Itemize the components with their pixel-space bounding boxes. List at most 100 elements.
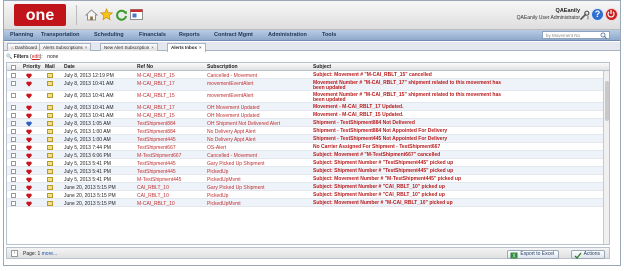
row-checkbox[interactable] [11, 113, 16, 118]
col-ref-no[interactable]: Ref No [137, 64, 153, 70]
tab-alerts-subscriptions[interactable]: Alerts Subscriptions × [39, 43, 92, 51]
close-tab-icon[interactable]: × [85, 45, 88, 50]
close-tab-icon[interactable]: × [199, 45, 202, 50]
row-checkbox[interactable] [11, 129, 16, 134]
home-icon[interactable] [84, 7, 99, 22]
mail-envelope-icon[interactable] [47, 177, 53, 182]
cell-ref-no[interactable]: TestShipment667 [137, 145, 176, 151]
table-row[interactable]: July 5, 2013 5:41 PM TestShipment445 Gary … [7, 159, 609, 167]
table-row[interactable]: July 5, 2013 6:06 PM M-TestShipment667 Can… [7, 151, 609, 159]
select-all-checkbox[interactable] [11, 64, 16, 70]
favorites-star-icon[interactable] [99, 7, 114, 22]
row-checkbox[interactable] [11, 193, 16, 198]
nav-contract-mgmt[interactable]: Contract Mgmt [214, 32, 253, 38]
nav-financials[interactable]: Financials [139, 32, 166, 38]
table-row[interactable]: July 5, 2013 7:44 PM TestShipment667 OS-Al… [7, 143, 609, 151]
cell-subject[interactable]: Subject: Movement # "M-CAI_RBLT_15" canc… [313, 72, 509, 79]
table-row[interactable]: July 6, 2013 1:00 AM TestShipment884 No De… [7, 127, 609, 135]
mail-envelope-icon[interactable] [47, 145, 53, 150]
row-checkbox[interactable] [11, 153, 16, 158]
row-checkbox[interactable] [11, 121, 16, 126]
cell-ref-no[interactable]: M-CAI_RBLT_17 [137, 105, 175, 111]
nav-reports[interactable]: Reports [179, 32, 200, 38]
row-checkbox[interactable] [11, 185, 16, 190]
table-row[interactable]: July 6, 2013 1:00 AM TestShipment445 No De… [7, 135, 609, 143]
cell-subject[interactable]: Subject: Shipment Number # "CAI_RBLT_10"… [313, 184, 509, 191]
tab-dashboard[interactable]: ⌂ Dashboard [7, 43, 41, 51]
mail-envelope-icon[interactable] [47, 129, 53, 134]
mail-envelope-icon[interactable] [47, 81, 53, 86]
cell-ref-no[interactable]: TestShipment445 [137, 169, 176, 175]
table-row[interactable]: July 8, 2013 10:41 AM M-CAI_RBLT_17 OH Mov… [7, 103, 609, 111]
cell-subject[interactable]: Subject: Movement # "M-TestShipment667" … [313, 152, 509, 159]
row-checkbox[interactable] [11, 137, 16, 142]
row-checkbox[interactable] [11, 161, 16, 166]
mail-envelope-icon[interactable] [47, 137, 53, 142]
mail-envelope-icon[interactable] [47, 73, 53, 78]
cell-subject[interactable]: Shipment - TestShipment884 Not Delivered [313, 120, 509, 127]
cell-subject[interactable]: Movement Number # "M-CAI_RBLT_15" shipme… [313, 92, 509, 104]
tab-new-alert-subscription[interactable]: New Alert Subscription × [100, 43, 158, 51]
nav-tools[interactable]: Tools [322, 32, 336, 38]
help-icon[interactable]: ? [591, 8, 604, 21]
col-subject[interactable]: Subject [313, 64, 331, 70]
tab-alerts-inbox[interactable]: Alerts Inbox × [167, 43, 206, 52]
nav-scheduling[interactable]: Scheduling [94, 32, 124, 38]
table-row[interactable]: June 20, 2013 5:15 PM CAI_RBLT_10 PickedUp… [7, 191, 609, 199]
mail-envelope-icon[interactable] [47, 113, 53, 118]
close-tab-icon[interactable]: × [151, 45, 154, 50]
col-mail[interactable]: Mail [45, 64, 55, 70]
refresh-icon[interactable] [114, 7, 129, 22]
row-checkbox[interactable] [11, 145, 16, 150]
search-icon[interactable] [600, 32, 607, 39]
cell-subject[interactable]: Subject: Movement Number # "M-TestShipme… [313, 176, 509, 183]
more-pages-link[interactable]: more... [42, 251, 58, 257]
mail-envelope-icon[interactable] [47, 201, 53, 206]
col-date[interactable]: Date [64, 64, 75, 70]
cell-subject[interactable]: Movement - M-CAI_RBLT_17 Updated. [313, 104, 509, 111]
cell-subject[interactable]: Subject: Shipment Number # "TestShipment… [313, 160, 509, 167]
row-checkbox[interactable] [11, 177, 16, 182]
cell-subject[interactable]: Subject: Shipment Number # "CAI_RBLT_10"… [313, 192, 509, 199]
cell-subject[interactable]: No Carrier Assigned For Shipment - TestS… [313, 144, 509, 151]
col-priority[interactable]: Priority [23, 64, 41, 70]
table-row[interactable]: July 8, 2013 10:41 AM M-CAI_RBLT_15 moveme… [7, 91, 609, 104]
page-nav-arrow-icon[interactable]: › [11, 250, 18, 257]
cell-ref-no[interactable]: TestShipment445 [137, 161, 176, 167]
export-to-excel-button[interactable]: X Export to Excel [507, 250, 559, 259]
cell-ref-no[interactable]: TestShipment445 [137, 137, 176, 143]
table-row[interactable]: July 8, 2013 1:05 AM TestShipment884 OH Sh… [7, 119, 609, 127]
cell-ref-no[interactable]: M-TestShipment445 [137, 177, 181, 183]
mail-envelope-icon[interactable] [47, 153, 53, 158]
row-checkbox[interactable] [11, 105, 16, 110]
search-input[interactable]: by Movement No [542, 31, 610, 39]
cell-ref-no[interactable]: M-CAI_RBLT_10 [137, 201, 175, 207]
one-logo[interactable]: one [14, 4, 66, 26]
mail-envelope-icon[interactable] [47, 93, 53, 98]
mail-envelope-icon[interactable] [47, 121, 53, 126]
cell-ref-no[interactable]: CAI_RBLT_10 [137, 185, 169, 191]
mail-envelope-icon[interactable] [47, 193, 53, 198]
row-checkbox[interactable] [11, 169, 16, 174]
actions-button[interactable]: Actions [570, 250, 605, 259]
cell-ref-no[interactable]: TestShipment884 [137, 121, 176, 127]
logout-power-icon[interactable] [605, 8, 618, 21]
cell-subject[interactable]: Movement - M-CAI_RBLT_15 Updated. [313, 112, 509, 119]
table-row[interactable]: July 8, 2013 12:19 PM M-CAI_RBLT_15 Cancel… [7, 71, 609, 79]
window-app-icon[interactable] [129, 7, 144, 22]
nav-transportation[interactable]: Transportation [41, 32, 80, 38]
row-checkbox[interactable] [11, 201, 16, 206]
table-row[interactable]: July 8, 2013 10:41 AM M-CAI_RBLT_17 moveme… [7, 79, 609, 91]
mail-envelope-icon[interactable] [47, 161, 53, 166]
cell-ref-no[interactable]: M-CAI_RBLT_17 [137, 81, 175, 87]
cell-subject[interactable]: Shipment - TestShipment445 Not Appointed… [313, 136, 509, 143]
scrollbar-thumb[interactable] [605, 81, 609, 121]
cell-subject[interactable]: Shipment - TestShipment884 Not Appointed… [313, 128, 509, 135]
table-row[interactable]: July 8, 2013 10:41 AM M-CAI_RBLT_15 OH Mov… [7, 111, 609, 119]
cell-ref-no[interactable]: M-CAI_RBLT_15 [137, 73, 175, 79]
cell-ref-no[interactable]: M-CAI_RBLT_15 [137, 113, 175, 119]
cell-ref-no[interactable]: M-CAI_RBLT_15 [137, 93, 175, 99]
table-row[interactable]: June 20, 2013 5:15 PM M-CAI_RBLT_10 Picked… [7, 199, 609, 207]
col-subscription[interactable]: Subscription [207, 64, 238, 70]
row-checkbox[interactable] [11, 73, 16, 78]
